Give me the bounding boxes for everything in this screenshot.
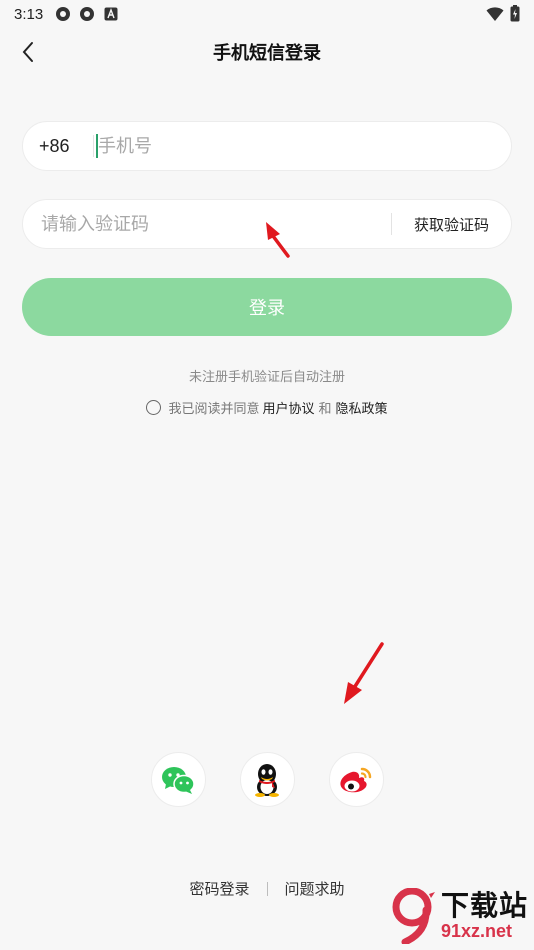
status-time: 3:13 — [14, 5, 44, 23]
weibo-login-button[interactable] — [328, 752, 384, 807]
auto-register-hint: 未注册手机验证后自动注册 — [188, 370, 345, 385]
phone-field: +86 — [22, 121, 512, 171]
login-button[interactable]: 登录 — [22, 278, 512, 336]
user-agreement-link[interactable]: 用户协议 — [262, 398, 314, 417]
privacy-policy-link[interactable]: 隐私政策 — [336, 398, 388, 417]
country-code[interactable]: +86 — [23, 136, 93, 157]
password-login-link[interactable]: 密码登录 — [172, 878, 266, 899]
system-icons — [486, 5, 520, 22]
help-link[interactable]: 问题求助 — [268, 878, 362, 899]
watermark-text: 下载站 91xz.net — [440, 889, 528, 942]
wifi-icon — [486, 6, 504, 21]
watermark-logo-icon — [392, 888, 435, 944]
wechat-icon — [162, 766, 195, 794]
notification-aperture-icon — [80, 7, 95, 21]
phone-input[interactable] — [98, 122, 511, 170]
watermark-url: 91xz.net — [440, 921, 513, 941]
annotation-arrow-icon — [344, 642, 384, 704]
code-field: 获取验证码 — [22, 199, 512, 249]
page-title: 手机短信登录 — [213, 43, 321, 64]
weibo-icon — [340, 767, 372, 792]
get-code-button[interactable]: 获取验证码 — [392, 214, 511, 235]
site-watermark: 下载站 91xz.net — [391, 888, 528, 944]
agreement-radio[interactable] — [146, 400, 162, 415]
battery-icon — [510, 5, 520, 22]
qq-icon — [255, 763, 279, 797]
back-button[interactable] — [14, 38, 42, 66]
agreement-row: 我已阅读并同意 用户协议 和 隐私政策 — [0, 398, 534, 417]
verification-code-input[interactable] — [23, 200, 391, 248]
divider — [93, 135, 94, 157]
agreement-prefix: 我已阅读并同意 — [168, 402, 260, 417]
social-login-row — [0, 752, 534, 807]
notification-icons — [55, 6, 119, 22]
agreement-and: 和 — [318, 402, 332, 417]
notification-a-icon — [104, 7, 118, 21]
status-bar: 3:13 — [0, 0, 534, 28]
notification-aperture-icon — [56, 7, 71, 21]
header: 手机短信登录 — [0, 30, 534, 74]
chevron-left-icon — [22, 42, 33, 62]
wechat-login-button[interactable] — [150, 752, 206, 807]
qq-login-button[interactable] — [239, 752, 295, 807]
watermark-title: 下载站 — [440, 889, 528, 922]
